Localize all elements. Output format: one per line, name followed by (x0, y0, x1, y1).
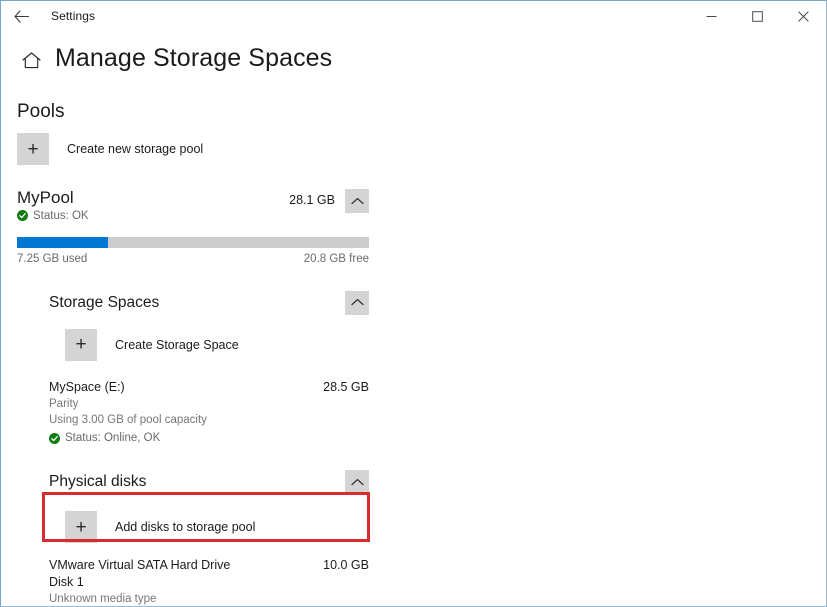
storage-spaces-collapse-button[interactable] (345, 290, 369, 315)
settings-content: Manage Storage Spaces Pools + Create new… (1, 31, 826, 607)
physical-disks-header: Physical disks (49, 470, 369, 495)
create-storage-space-label: Create Storage Space (115, 337, 239, 352)
pool-status: Status: OK (17, 210, 89, 222)
physical-disks-collapse-button[interactable] (345, 470, 369, 495)
pool-usage: 7.25 GB used 20.8 GB free (17, 236, 826, 265)
storage-space-resiliency: Parity (49, 397, 79, 410)
pool-header-row: MyPool Status: OK 28.1 GB (17, 189, 369, 222)
physical-disk-name: VMware Virtual SATA Hard Drive (49, 558, 231, 573)
physical-disks-heading: Physical disks (49, 473, 147, 491)
physical-disk-media-type: Unknown media type (49, 592, 157, 605)
storage-space-status: Status: Online, OK (49, 432, 369, 444)
storage-space-name: MySpace (E:) (49, 379, 125, 394)
settings-window: Settings Manage Storage Spaces Pools + C… (0, 0, 827, 607)
page-header: Manage Storage Spaces (1, 44, 826, 73)
pool-name: MyPool (17, 188, 74, 207)
pool-usage-legend: 7.25 GB used 20.8 GB free (17, 253, 369, 265)
storage-spaces-header: Storage Spaces (49, 290, 369, 315)
physical-disk-name-line2: Disk 1 (49, 574, 84, 589)
physical-disks-section: Physical disks + Add disks to storage po… (17, 470, 826, 607)
back-button[interactable] (1, 2, 41, 31)
pools-heading: Pools (17, 101, 65, 122)
pool-free-label: 20.8 GB free (303, 252, 369, 265)
storage-spaces-section: Storage Spaces + Create Storage Space My… (17, 290, 826, 444)
status-ok-icon (49, 432, 60, 444)
pool-mypool: MyPool Status: OK 28.1 GB 7.25 GB used 2… (1, 189, 826, 607)
pool-header-right: 28.1 GB (289, 189, 369, 213)
pool-collapse-button[interactable] (345, 189, 369, 213)
maximize-button[interactable] (734, 1, 780, 31)
add-disks-to-storage-pool-button[interactable]: + Add disks to storage pool (49, 511, 826, 544)
plus-icon: + (65, 328, 97, 361)
status-ok-icon (17, 210, 28, 222)
storage-space-capacity: Using 3.00 GB of pool capacity (49, 414, 207, 427)
storage-spaces-heading: Storage Spaces (49, 293, 160, 311)
window-title: Settings (51, 9, 96, 23)
minimize-button[interactable] (688, 1, 734, 31)
plus-glyph: + (27, 138, 39, 160)
plus-icon: + (65, 511, 97, 544)
storage-space-status-text: Status: Online, OK (65, 432, 161, 445)
create-storage-space-button[interactable]: + Create Storage Space (49, 328, 826, 361)
window-controls (688, 1, 826, 31)
physical-disk-item[interactable]: VMware Virtual SATA Hard Drive 10.0 GB D… (49, 557, 369, 607)
physical-disk-head: VMware Virtual SATA Hard Drive 10.0 GB (49, 557, 369, 574)
create-new-storage-pool-button[interactable]: + Create new storage pool (1, 133, 826, 165)
home-icon[interactable] (19, 48, 43, 72)
pool-size: 28.1 GB (289, 193, 335, 207)
pool-status-text: Status: OK (33, 209, 89, 222)
close-button[interactable] (780, 1, 826, 31)
physical-disk-size: 10.0 GB (323, 558, 369, 573)
storage-space-head: MySpace (E:) 28.5 GB (49, 379, 369, 396)
storage-space-item[interactable]: MySpace (E:) 28.5 GB Parity Using 3.00 G… (49, 379, 369, 444)
add-disks-to-storage-pool-label: Add disks to storage pool (115, 520, 256, 535)
page-title: Manage Storage Spaces (55, 44, 333, 72)
pool-used-label: 7.25 GB used (17, 252, 88, 265)
title-bar: Settings (1, 1, 826, 31)
storage-space-size: 28.5 GB (323, 379, 369, 394)
plus-glyph: + (75, 516, 87, 538)
create-new-storage-pool-label: Create new storage pool (67, 142, 204, 156)
plus-icon: + (17, 133, 49, 165)
plus-glyph: + (75, 334, 87, 356)
pool-usage-fill (17, 236, 108, 248)
pool-usage-track (17, 236, 369, 248)
